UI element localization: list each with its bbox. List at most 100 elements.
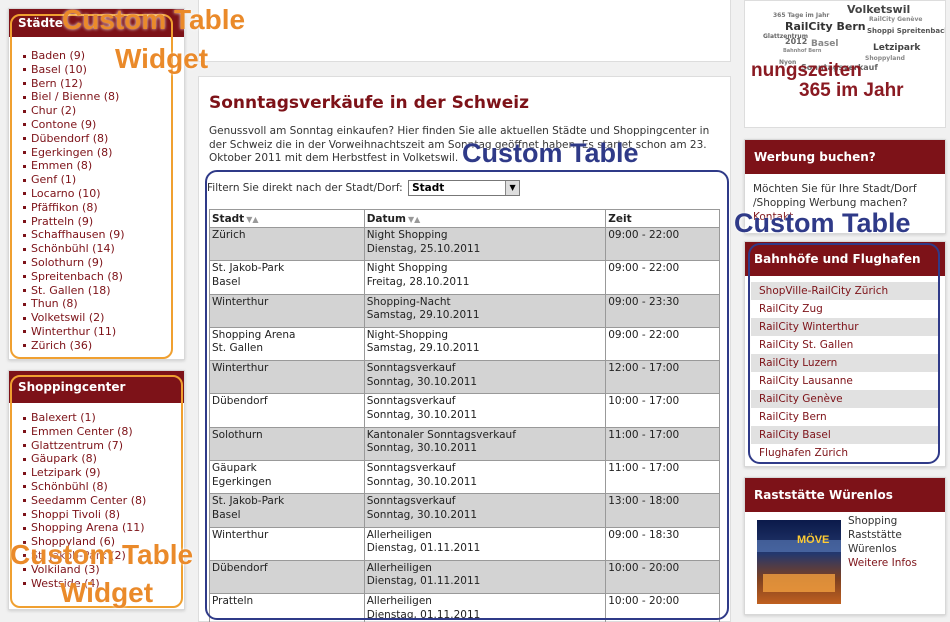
sort-icon[interactable]: ▼▲ bbox=[246, 215, 258, 224]
list-item[interactable]: Flughafen Zürich bbox=[751, 444, 939, 462]
table-row: Winterthur Allerheiligen Dienstag, 01.11.2… bbox=[209, 526, 720, 561]
list-item[interactable]: Egerkingen (8) bbox=[23, 146, 170, 160]
list-item[interactable]: RailCity Luzern bbox=[751, 354, 939, 372]
filter-row: Filtern Sie direkt nach der Stadt/Dorf: … bbox=[207, 180, 521, 196]
datum-cell: Sonntagsverkauf Sonntag, 30.10.2011 bbox=[363, 360, 607, 395]
list-item[interactable]: St. Gallen (18) bbox=[23, 284, 170, 298]
chevron-down-icon[interactable]: ▼ bbox=[505, 181, 520, 195]
list-item[interactable]: Locarno (10) bbox=[23, 187, 170, 201]
list-item[interactable]: Emmen (8) bbox=[23, 159, 170, 173]
list-item[interactable]: Letzipark (9) bbox=[23, 466, 170, 480]
stadt-cell: Gäupark Egerkingen bbox=[209, 460, 365, 495]
list-item[interactable]: RailCity Basel bbox=[751, 426, 939, 444]
list-item[interactable]: Chur (2) bbox=[23, 104, 170, 118]
cloud-word[interactable]: Volketswil bbox=[847, 3, 910, 16]
stadt-cell: Shopping Arena St. Gallen bbox=[209, 326, 365, 362]
cell-text: Dübendorf bbox=[212, 561, 268, 574]
bahnhoefe-list: ShopVille-RailCity Zürich RailCity Zug Rai… bbox=[745, 282, 945, 462]
cloud-word[interactable]: Letzipark bbox=[873, 43, 920, 53]
list-item[interactable]: RailCity Genève bbox=[751, 390, 939, 408]
raststaette-image[interactable]: MÖVE bbox=[757, 520, 841, 604]
list-item[interactable]: Zürich (36) bbox=[23, 339, 170, 353]
datum-cell: Sonntagsverkauf Sonntag, 30.10.2011 bbox=[363, 493, 607, 528]
list-item[interactable]: Shoppi Tivoli (8) bbox=[23, 508, 170, 522]
cell-text: Basel bbox=[212, 275, 241, 288]
cloud-word[interactable]: Shoppyland bbox=[865, 55, 905, 62]
list-item[interactable]: Biel / Bienne (8) bbox=[23, 90, 170, 104]
stadt-cell: Winterthur bbox=[209, 526, 365, 561]
cell-text: 10:00 - 20:00 bbox=[608, 561, 680, 574]
list-item[interactable]: Volketswil (2) bbox=[23, 311, 170, 325]
list-item[interactable]: Schönbühl (14) bbox=[23, 242, 170, 256]
more-info-link[interactable]: Weitere Infos bbox=[848, 557, 917, 569]
annotation-label-widget-top-1: Custom Table bbox=[62, 4, 246, 35]
datum-cell: Allerheiligen Dienstag, 01.11.2011 bbox=[363, 526, 607, 561]
list-item[interactable]: Solothurn (9) bbox=[23, 256, 170, 270]
cloud-word[interactable]: RailCity Genève bbox=[869, 16, 922, 23]
annotation-label-widget-bottom-2: Widget bbox=[60, 577, 154, 608]
annotation-label-table-center: Custom Table bbox=[462, 138, 639, 168]
cloud-word[interactable]: RailCity Bern bbox=[785, 20, 866, 33]
top-panel bbox=[198, 0, 731, 62]
table-row: Dübendorf Allerheiligen Dienstag, 01.11.20… bbox=[209, 559, 720, 595]
zeit-cell: 11:00 - 17:00 bbox=[605, 426, 720, 462]
cell-text: Samstag, 29.10.2011 bbox=[366, 342, 480, 355]
cell-text: Sonntagsverkauf bbox=[366, 462, 456, 475]
cell-text: 09:00 - 22:00 bbox=[608, 328, 680, 341]
cloud-word[interactable]: 2012 bbox=[785, 37, 807, 46]
cell-text: Dienstag, 01.11.2011 bbox=[366, 608, 481, 621]
zeit-cell: 12:00 - 17:00 bbox=[605, 360, 720, 395]
list-item[interactable]: Dübendorf (8) bbox=[23, 132, 170, 146]
list-item[interactable]: RailCity St. Gallen bbox=[751, 336, 939, 354]
datum-cell: Night Shopping Freitag, 28.10.2011 bbox=[363, 260, 607, 295]
list-item[interactable]: Gäupark (8) bbox=[23, 452, 170, 466]
list-item[interactable]: Genf (1) bbox=[23, 173, 170, 187]
annotation-label-widget-bottom-1: Custom Table bbox=[10, 539, 194, 570]
stadt-cell: St. Jakob-Park Basel bbox=[209, 493, 365, 528]
cell-text: Allerheiligen bbox=[366, 561, 432, 574]
list-item[interactable]: Shopping Arena (11) bbox=[23, 521, 170, 535]
bahnhoefe-widget: Bahnhöfe und Flughafen ShopVille-RailCit… bbox=[744, 241, 946, 467]
list-item[interactable]: Contone (9) bbox=[23, 118, 170, 132]
cloud-word[interactable]: Bahnhof Bern bbox=[783, 48, 821, 54]
zeit-cell: 10:00 - 20:00 bbox=[605, 559, 720, 595]
moevenpick-sign: MÖVE bbox=[797, 534, 830, 546]
city-filter-select[interactable]: Stadt ▼ bbox=[408, 180, 521, 196]
annotation-label-widget-top-2: Widget bbox=[115, 43, 209, 74]
list-item[interactable]: Glattzentrum (7) bbox=[23, 439, 170, 453]
list-item[interactable]: Seedamm Center (8) bbox=[23, 494, 170, 508]
cell-text: St. Gallen bbox=[212, 342, 263, 355]
datum-cell: Allerheiligen Dienstag, 01.11.2011 bbox=[363, 593, 607, 622]
column-header-datum[interactable]: Datum ▼▲ bbox=[363, 209, 607, 228]
list-item[interactable]: Pfäffikon (8) bbox=[23, 201, 170, 215]
list-item[interactable]: Pratteln (9) bbox=[23, 215, 170, 229]
column-header-zeit[interactable]: Zeit bbox=[605, 209, 720, 228]
list-item[interactable]: Bern (12) bbox=[23, 77, 170, 91]
cell-text: Egerkingen bbox=[212, 475, 272, 488]
list-item[interactable]: RailCity Zug bbox=[751, 300, 939, 318]
list-item[interactable]: Emmen Center (8) bbox=[23, 425, 170, 439]
list-item[interactable]: Schaffhausen (9) bbox=[23, 228, 170, 242]
list-item[interactable]: Winterthur (11) bbox=[23, 325, 170, 339]
list-item[interactable]: ShopVille-RailCity Zürich bbox=[751, 282, 939, 300]
cell-text: 10:00 - 20:00 bbox=[608, 595, 680, 608]
sort-icon[interactable]: ▼▲ bbox=[408, 215, 420, 224]
cell-text: Basel bbox=[212, 508, 241, 521]
list-item[interactable]: Spreitenbach (8) bbox=[23, 270, 170, 284]
table-row: Dübendorf Sonntagsverkauf Sonntag, 30.10.2… bbox=[209, 393, 720, 428]
cloud-word[interactable]: 365 Tage im Jahr bbox=[773, 12, 829, 19]
events-table: Stadt ▼▲ Datum ▼▲ Zeit Zürich Night Shoppin… bbox=[209, 209, 720, 622]
list-item[interactable]: RailCity Lausanne bbox=[751, 372, 939, 390]
list-item[interactable]: RailCity Winterthur bbox=[751, 318, 939, 336]
list-item[interactable]: Schönbühl (8) bbox=[23, 480, 170, 494]
cloud-word[interactable]: Shoppi Spreitenbach bbox=[867, 27, 945, 35]
list-item[interactable]: RailCity Bern bbox=[751, 408, 939, 426]
table-row: St. Jakob-Park Basel Sonntagsverkauf Sonnta… bbox=[209, 493, 720, 528]
list-item[interactable]: Balexert (1) bbox=[23, 411, 170, 425]
cell-text: Samstag, 29.10.2011 bbox=[366, 309, 480, 322]
staedte-list: Baden (9) Basel (10) Bern (12) Biel / Bienn… bbox=[9, 37, 184, 357]
list-item[interactable]: Thun (8) bbox=[23, 297, 170, 311]
column-header-stadt[interactable]: Stadt ▼▲ bbox=[209, 209, 365, 228]
cell-text: 11:00 - 17:00 bbox=[608, 428, 680, 441]
datum-cell: Night-Shopping Samstag, 29.10.2011 bbox=[363, 326, 607, 362]
